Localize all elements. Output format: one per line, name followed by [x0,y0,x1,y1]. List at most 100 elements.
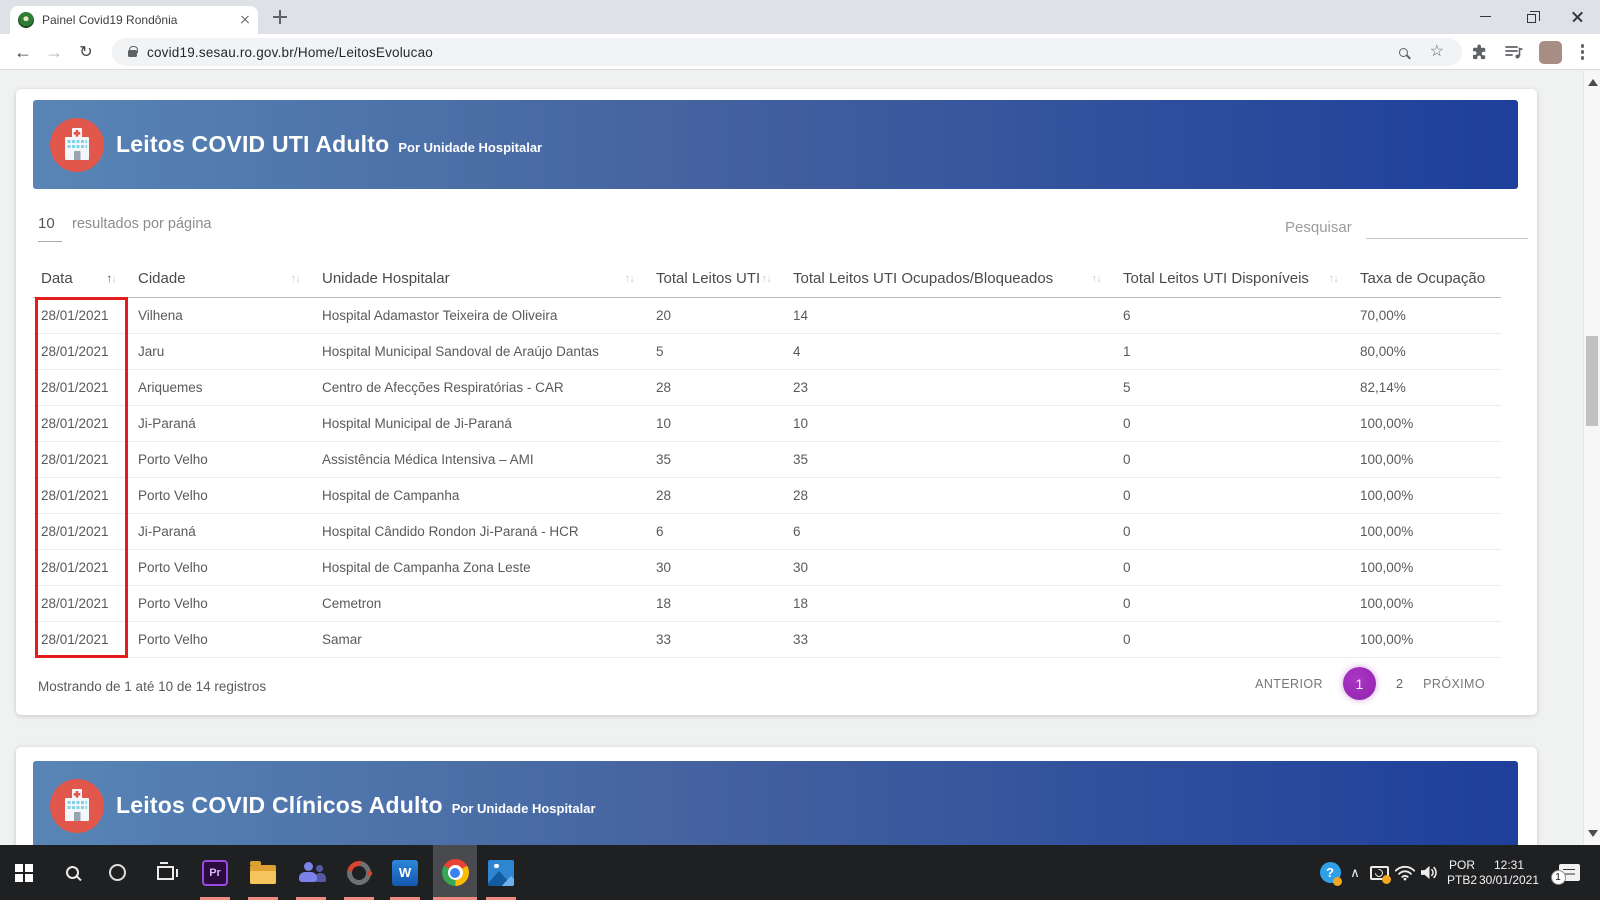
cell-taxa: 100,00% [1352,441,1501,477]
search-icon [66,866,79,879]
cell-taxa: 100,00% [1352,621,1501,657]
minimize-button[interactable] [1462,0,1508,33]
media-queue-icon[interactable] [1504,43,1524,61]
scroll-down-icon[interactable] [1588,830,1598,837]
column-header-cidade[interactable]: Cidade↑↓ [130,261,314,297]
cell-disponiveis: 0 [1115,441,1352,477]
sort-icons: ↑↓ [1092,273,1102,285]
clock[interactable]: 12:3130/01/2021 [1466,845,1552,900]
extensions-icon[interactable] [1470,43,1489,62]
cell-data: 28/01/2021 [33,297,130,333]
new-tab-button[interactable] [272,9,288,25]
sort-icons: ↑↓ [762,273,772,285]
column-header-total[interactable]: Total Leitos UTI↑↓ [648,261,785,297]
reload-button[interactable]: ↻ [71,34,101,70]
cell-total: 5 [648,333,785,369]
task-view-button[interactable] [143,845,187,900]
tab-close-icon[interactable] [240,15,250,25]
page-scrollbar[interactable] [1583,71,1600,845]
lock-icon[interactable] [128,50,137,57]
column-header-unidade[interactable]: Unidade Hospitalar↑↓ [314,261,648,297]
zoom-page-icon[interactable] [1399,48,1408,57]
pagination-page-1[interactable]: 1 [1343,667,1376,700]
pagination-next[interactable]: PRÓXIMO [1423,677,1485,691]
folder-icon [250,865,276,884]
address-bar[interactable]: covid19.sesau.ro.gov.br/Home/LeitosEvolu… [112,38,1462,66]
column-header-taxa[interactable]: Taxa de Ocupação↑↓ [1352,261,1501,297]
cell-taxa: 80,00% [1352,333,1501,369]
cell-ocupados: 28 [785,477,1115,513]
table-row: 28/01/2021JaruHospital Municipal Sandova… [33,333,1501,369]
start-button[interactable] [2,845,46,900]
cell-total: 6 [648,513,785,549]
scroll-up-icon[interactable] [1588,79,1598,86]
search-label: Pesquisar [1285,219,1352,236]
cast-tray-button[interactable] [1366,845,1392,900]
wifi-tray-button[interactable] [1392,845,1418,900]
cell-unidade: Samar [314,621,648,657]
cell-disponiveis: 0 [1115,585,1352,621]
back-button[interactable]: ← [8,34,38,70]
cell-data: 28/01/2021 [33,585,130,621]
page-length-select[interactable]: 10 [38,215,62,242]
cell-unidade: Hospital Municipal de Ji-Paraná [314,405,648,441]
uti-card-header: Leitos COVID UTI Adulto Por Unidade Hosp… [33,100,1518,189]
pagination-page-2[interactable]: 2 [1396,676,1403,691]
url-text[interactable]: covid19.sesau.ro.gov.br/Home/LeitosEvolu… [147,45,1387,60]
cortana-button[interactable] [95,845,139,900]
cell-unidade: Hospital Municipal Sandoval de Araújo Da… [314,333,648,369]
cell-disponiveis: 0 [1115,621,1352,657]
restore-button[interactable] [1508,0,1554,33]
bookmark-star-icon[interactable]: ☆ [1430,44,1444,60]
column-header-data[interactable]: Data↑↓ [33,261,130,297]
cell-taxa: 100,00% [1352,549,1501,585]
help-tray-button[interactable]: ? [1316,845,1344,900]
hospital-icon [50,779,104,833]
word-button[interactable]: W [383,845,427,900]
column-header-disponiveis[interactable]: Total Leitos UTI Disponíveis↑↓ [1115,261,1352,297]
pagination-previous[interactable]: ANTERIOR [1255,677,1323,691]
uti-table: Data↑↓ Cidade↑↓ Unidade Hospitalar↑↓ Tot… [33,261,1501,658]
teams-button[interactable] [289,845,333,900]
cell-unidade: Hospital Adamastor Teixeira de Oliveira [314,297,648,333]
search-input[interactable] [1366,215,1528,239]
scrollbar-thumb[interactable] [1586,336,1598,426]
cell-total: 18 [648,585,785,621]
cell-total: 35 [648,441,785,477]
profile-avatar[interactable] [1539,41,1562,64]
cell-cidade: Vilhena [130,297,314,333]
column-header-ocupados[interactable]: Total Leitos UTI Ocupados/Bloqueados↑↓ [785,261,1115,297]
cell-data: 28/01/2021 [33,477,130,513]
sort-icons: ↑↓ [1478,273,1488,285]
file-explorer-button[interactable] [241,845,285,900]
browser-tab[interactable]: Painel Covid19 Rondônia [10,6,258,34]
windows-logo-icon [15,864,33,882]
browser-menu-icon[interactable] [1581,44,1584,47]
cell-ocupados: 4 [785,333,1115,369]
table-header-row: Data↑↓ Cidade↑↓ Unidade Hospitalar↑↓ Tot… [33,261,1501,297]
toolbar-right [1470,34,1590,70]
cell-unidade: Hospital de Campanha Zona Leste [314,549,648,585]
photos-button[interactable] [479,845,523,900]
table-row: 28/01/2021Porto VelhoHospital de Campanh… [33,477,1501,513]
cell-data: 28/01/2021 [33,621,130,657]
uti-card: Leitos COVID UTI Adulto Por Unidade Hosp… [16,89,1537,715]
cortana-icon [109,864,126,881]
swirl-app-button[interactable] [337,845,381,900]
cell-data: 28/01/2021 [33,441,130,477]
cell-data: 28/01/2021 [33,333,130,369]
notification-dot [1333,877,1342,886]
page-content: Leitos COVID UTI Adulto Por Unidade Hosp… [0,71,1600,845]
taskbar-search-button[interactable] [50,845,94,900]
cell-disponiveis: 6 [1115,297,1352,333]
cell-unidade: Centro de Afecções Respiratórias - CAR [314,369,648,405]
table-row: 28/01/2021AriquemesCentro de Afecções Re… [33,369,1501,405]
volume-tray-button[interactable] [1416,845,1442,900]
forward-button[interactable]: → [39,34,69,70]
tray-expand-button[interactable]: ∧ [1344,845,1366,900]
action-center-button[interactable]: 1 [1552,845,1586,900]
chrome-button[interactable] [433,845,477,900]
table-row: 28/01/2021Porto VelhoHospital de Campanh… [33,549,1501,585]
premiere-button[interactable]: Pr [193,845,237,900]
close-button[interactable] [1554,0,1600,33]
